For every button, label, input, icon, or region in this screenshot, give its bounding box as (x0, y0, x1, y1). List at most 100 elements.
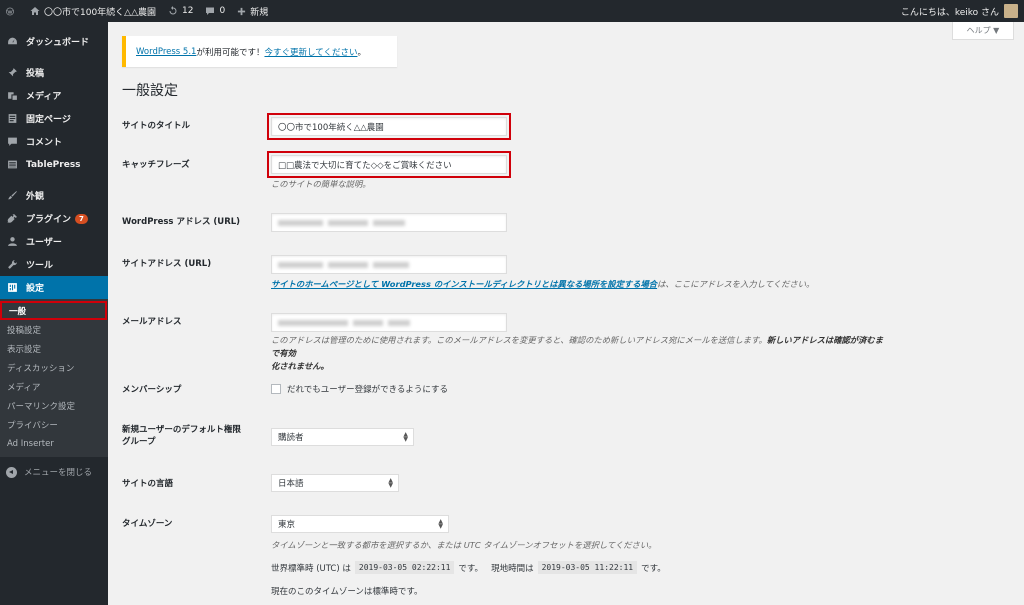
email-input[interactable] (271, 313, 507, 332)
main-content: ヘルプ ▼ WordPress 5.1 が利用可能です！ 今すぐ更新してください… (108, 22, 1024, 605)
email-description: このアドレスは管理のために使用されます。このメールアドレスを変更すると、確認のた… (271, 334, 891, 373)
local-time: 2019-03-05 11:22:11 (537, 561, 638, 574)
collapse-menu-button[interactable]: メニューを閉じる (0, 461, 108, 483)
utc-time: 2019-03-05 02:22:11 (354, 561, 455, 574)
sidebar-item-label: 固定ページ (26, 115, 71, 125)
sidebar-item-label: 投稿 (26, 69, 45, 79)
dashboard-icon (6, 35, 19, 48)
sidebar-item-label: メディア (26, 92, 62, 102)
tagline-description: このサイトの簡単な説明。 (271, 179, 371, 189)
wp-address-input[interactable] (271, 213, 507, 232)
new-content-link[interactable]: 新規 (231, 0, 274, 22)
select-arrows-icon: ▲ ▼ (403, 431, 408, 443)
sidebar-item-label: TablePress (26, 159, 81, 170)
table-icon (6, 158, 19, 171)
sidebar-item-media[interactable]: メディア (0, 84, 108, 107)
membership-checkbox[interactable] (271, 384, 281, 394)
site-address-description: サイトのホームページとして WordPress のインストールディレクトリとは異… (271, 278, 814, 291)
sidebar-item-label: コメント (26, 138, 63, 148)
default-role-label: 新規ユーザーのデフォルト権限 グループ (122, 424, 241, 448)
membership-checkbox-label: だれでもユーザー登録ができるようにする (287, 385, 448, 395)
account-menu[interactable]: こんにちは、keiko さん (895, 0, 1024, 22)
tagline-label: キャッチフレーズ (122, 160, 190, 170)
timezone-standard-note: 現在のこのタイムゾーンは標準時です。 (271, 587, 423, 597)
wp-address-label: WordPress アドレス (URL) (122, 217, 241, 227)
site-name: 〇〇市で100年続く△△農園 (44, 7, 157, 18)
select-arrows-icon: ▲ ▼ (438, 518, 443, 530)
wrench-icon (6, 258, 19, 271)
plugin-update-badge: 7 (75, 213, 88, 224)
membership-label: メンバーシップ (122, 385, 182, 395)
timezone-value: 東京 (278, 520, 296, 530)
site-name-link[interactable]: 〇〇市で100年続く△△農園 (24, 0, 162, 22)
tagline-input[interactable]: □□農法で大切に育てた◇◇をご賞味ください (267, 151, 511, 178)
sidebar-item-label: 設定 (26, 284, 45, 294)
sidebar-item-pages[interactable]: 固定ページ (0, 107, 108, 130)
submenu-media[interactable]: メディア (0, 377, 108, 396)
utc-suffix: です。 (458, 563, 484, 574)
site-address-desc-text: は、ここにアドレスを入力してください。 (657, 279, 815, 289)
submenu-reading[interactable]: 表示設定 (0, 339, 108, 358)
settings-submenu: 一般 投稿設定 表示設定 ディスカッション メディア パーマリンク設定 プライバ… (0, 299, 108, 457)
language-label: サイトの言語 (122, 479, 174, 489)
language-value: 日本語 (278, 479, 304, 489)
submenu-permalinks[interactable]: パーマリンク設定 (0, 396, 108, 415)
media-icon (6, 89, 19, 102)
sidebar-item-plugins[interactable]: プラグイン 7 (0, 207, 108, 230)
timezone-description: タイムゾーンと一致する都市を選択するか、または UTC タイムゾーンオフセットを… (271, 540, 657, 550)
membership-option: だれでもユーザー登録ができるようにする (271, 383, 448, 395)
timezone-label: タイムゾーン (122, 519, 173, 529)
sidebar-item-posts[interactable]: 投稿 (0, 61, 108, 84)
update-now-link[interactable]: 今すぐ更新してください (264, 46, 357, 58)
default-role-value: 購読者 (278, 433, 304, 443)
site-title-label: サイトのタイトル (122, 121, 191, 131)
help-tab-button[interactable]: ヘルプ ▼ (952, 22, 1014, 40)
sidebar-item-settings[interactable]: 設定 (0, 276, 108, 299)
sidebar-item-label: プラグイン (26, 215, 72, 225)
default-role-select[interactable]: 購読者 ▲ ▼ (271, 428, 414, 446)
timezone-select[interactable]: 東京 ▲ ▼ (271, 515, 449, 533)
submenu-writing[interactable]: 投稿設定 (0, 320, 108, 339)
admin-sidebar: ダッシュボード 投稿 メディア 固定ページ コメント TablePress 外観… (0, 22, 108, 605)
comments-link[interactable]: 0 (199, 0, 231, 22)
sidebar-item-label: ユーザー (26, 238, 62, 248)
sidebar-item-comments[interactable]: コメント (0, 130, 108, 153)
submenu-discussion[interactable]: ディスカッション (0, 358, 108, 377)
sidebar-item-tablepress[interactable]: TablePress (0, 153, 108, 176)
plugin-icon (6, 212, 19, 225)
comment-icon (6, 135, 19, 148)
page-icon (6, 112, 19, 125)
email-desc-bold-2: 化されません。 (271, 361, 329, 371)
wordpress-logo-icon[interactable] (0, 0, 24, 22)
comments-count: 0 (219, 6, 226, 16)
updates-link[interactable]: 12 (162, 0, 199, 22)
site-title-input[interactable]: 〇〇市で100年続く△△農園 (267, 113, 511, 140)
sidebar-item-appearance[interactable]: 外観 (0, 184, 108, 207)
sidebar-item-tools[interactable]: ツール (0, 253, 108, 276)
site-address-label: サイトアドレス (URL) (122, 259, 212, 269)
update-notice: WordPress 5.1 が利用可能です！ 今すぐ更新してください 。 (122, 36, 397, 67)
default-role-label-line1: 新規ユーザーのデフォルト権限 (122, 425, 241, 435)
user-icon (6, 235, 19, 248)
language-select[interactable]: 日本語 ▲ ▼ (271, 474, 399, 492)
site-address-input[interactable] (271, 255, 507, 274)
submenu-ad-inserter[interactable]: Ad Inserter (0, 434, 108, 453)
pin-icon (6, 66, 19, 79)
site-address-help-link[interactable]: サイトのホームページとして WordPress のインストールディレクトリとは異… (271, 279, 657, 289)
local-suffix: です。 (641, 563, 666, 574)
submenu-general[interactable]: 一般 (0, 301, 107, 320)
home-icon (30, 7, 40, 15)
page-title: 一般設定 (122, 83, 178, 99)
sidebar-item-dashboard[interactable]: ダッシュボード (0, 30, 108, 53)
comment-icon (206, 7, 215, 15)
sidebar-item-users[interactable]: ユーザー (0, 230, 108, 253)
settings-icon (6, 281, 19, 294)
greeting: こんにちは、keiko さん (900, 7, 999, 18)
default-role-label-line2: グループ (122, 437, 156, 447)
time-info: 世界標準時 (UTC) は 2019-03-05 02:22:11 です。 現地… (271, 561, 666, 574)
select-arrows-icon: ▲ ▼ (388, 477, 393, 489)
submenu-privacy[interactable]: プライバシー (0, 415, 108, 434)
wordpress-version-link[interactable]: WordPress 5.1 (136, 47, 196, 57)
collapse-arrow-icon (6, 466, 17, 478)
utc-label: 世界標準時 (UTC) は (271, 563, 351, 574)
